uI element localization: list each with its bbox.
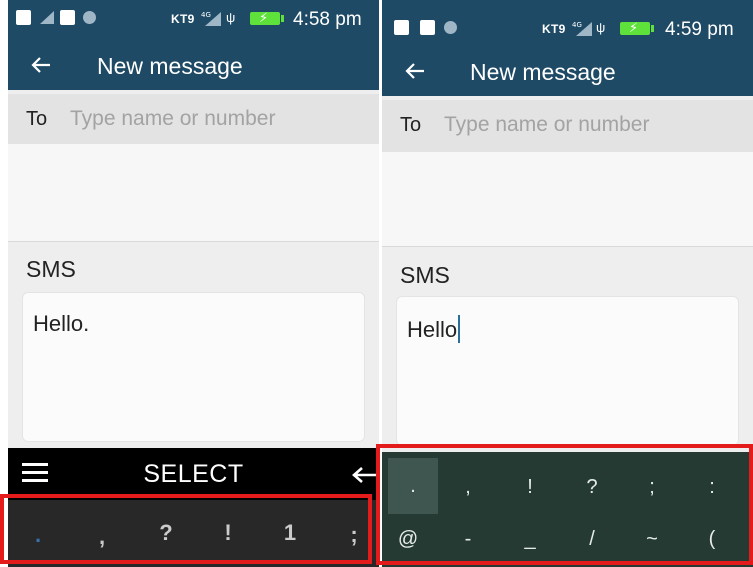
key-at[interactable]: @ bbox=[388, 524, 428, 554]
back-arrow-icon[interactable] bbox=[404, 60, 426, 82]
to-label: To bbox=[26, 108, 48, 130]
phone-screen-left: KT9 4G ψ ⚡ 4:58 pm New message To SMS He… bbox=[8, 0, 379, 567]
sync-icon bbox=[83, 11, 96, 24]
key-period[interactable]: . bbox=[388, 458, 438, 514]
notification-icon bbox=[16, 10, 31, 25]
notification-icon bbox=[420, 20, 435, 35]
message-text: Hello bbox=[407, 315, 461, 343]
page-title: New message bbox=[97, 53, 243, 79]
key-comma[interactable]: , bbox=[448, 472, 488, 502]
status-time: 4:58 pm bbox=[293, 9, 362, 30]
status-time: 4:59 pm bbox=[665, 19, 734, 40]
message-text: Hello. bbox=[33, 311, 90, 336]
to-label: To bbox=[400, 114, 422, 136]
usb-icon: ψ bbox=[226, 10, 236, 25]
phone-screen-right: KT9 4G ψ ⚡ 4:59 pm New message To SMS He… bbox=[382, 0, 753, 567]
wifi-signal-icon bbox=[40, 11, 54, 24]
status-bar: KT9 4G ψ ⚡ 4:58 pm bbox=[8, 0, 379, 42]
key-open-paren[interactable]: ( bbox=[692, 524, 732, 554]
page-title: New message bbox=[470, 59, 616, 85]
network-type-label: 4G bbox=[201, 11, 211, 19]
carrier-label: KT9 bbox=[542, 22, 566, 36]
notification-icon bbox=[394, 20, 409, 35]
key-exclamation[interactable]: ! bbox=[208, 518, 248, 548]
recipient-input[interactable] bbox=[70, 106, 360, 132]
key-question[interactable]: ? bbox=[146, 518, 186, 548]
key-comma[interactable]: , bbox=[82, 522, 122, 552]
cell-signal-icon: 4G bbox=[572, 21, 592, 36]
recipient-list-area bbox=[382, 152, 753, 247]
sms-label: SMS bbox=[26, 256, 76, 282]
backspace-icon[interactable] bbox=[351, 466, 377, 484]
key-semicolon[interactable]: ; bbox=[632, 472, 672, 502]
key-period[interactable]: . bbox=[18, 520, 58, 550]
app-bar: New message bbox=[8, 42, 379, 90]
symbol-keyboard: . , ! ? ; : @ - _ / ~ ( bbox=[382, 452, 753, 567]
battery-charging-icon: ⚡ bbox=[620, 20, 654, 35]
cell-signal-icon: 4G bbox=[201, 11, 221, 26]
status-bar: KT9 4G ψ ⚡ 4:59 pm bbox=[382, 0, 753, 48]
usb-icon: ψ bbox=[596, 20, 606, 35]
key-colon[interactable]: : bbox=[692, 472, 732, 502]
key-tilde[interactable]: ~ bbox=[632, 524, 672, 554]
key-question[interactable]: ? bbox=[572, 472, 612, 502]
recipient-row: To bbox=[8, 94, 379, 144]
recipient-input[interactable] bbox=[444, 112, 734, 138]
select-bar: SELECT bbox=[8, 448, 379, 500]
select-label[interactable]: SELECT bbox=[8, 460, 379, 489]
notification-icon bbox=[60, 10, 75, 25]
key-one[interactable]: 1 bbox=[270, 518, 310, 548]
message-input[interactable]: Hello bbox=[396, 296, 739, 446]
message-text-value: Hello bbox=[407, 317, 458, 342]
recipient-list-area bbox=[8, 144, 379, 242]
key-slash[interactable]: / bbox=[572, 524, 612, 554]
key-underscore[interactable]: _ bbox=[510, 524, 550, 554]
carrier-label: KT9 bbox=[171, 12, 195, 26]
network-type-label: 4G bbox=[572, 21, 582, 29]
back-arrow-icon[interactable] bbox=[30, 54, 52, 76]
message-input[interactable]: Hello. bbox=[22, 292, 365, 442]
battery-charging-icon: ⚡ bbox=[250, 10, 284, 25]
sync-icon bbox=[444, 21, 457, 34]
sms-label: SMS bbox=[400, 262, 450, 288]
app-bar: New message bbox=[382, 48, 753, 96]
key-exclamation[interactable]: ! bbox=[510, 472, 550, 502]
symbol-keyboard: . , ? ! 1 ; bbox=[8, 500, 379, 567]
recipient-row: To bbox=[382, 100, 753, 152]
key-hyphen[interactable]: - bbox=[448, 524, 488, 554]
text-cursor bbox=[458, 315, 461, 343]
key-semicolon[interactable]: ; bbox=[334, 520, 374, 550]
